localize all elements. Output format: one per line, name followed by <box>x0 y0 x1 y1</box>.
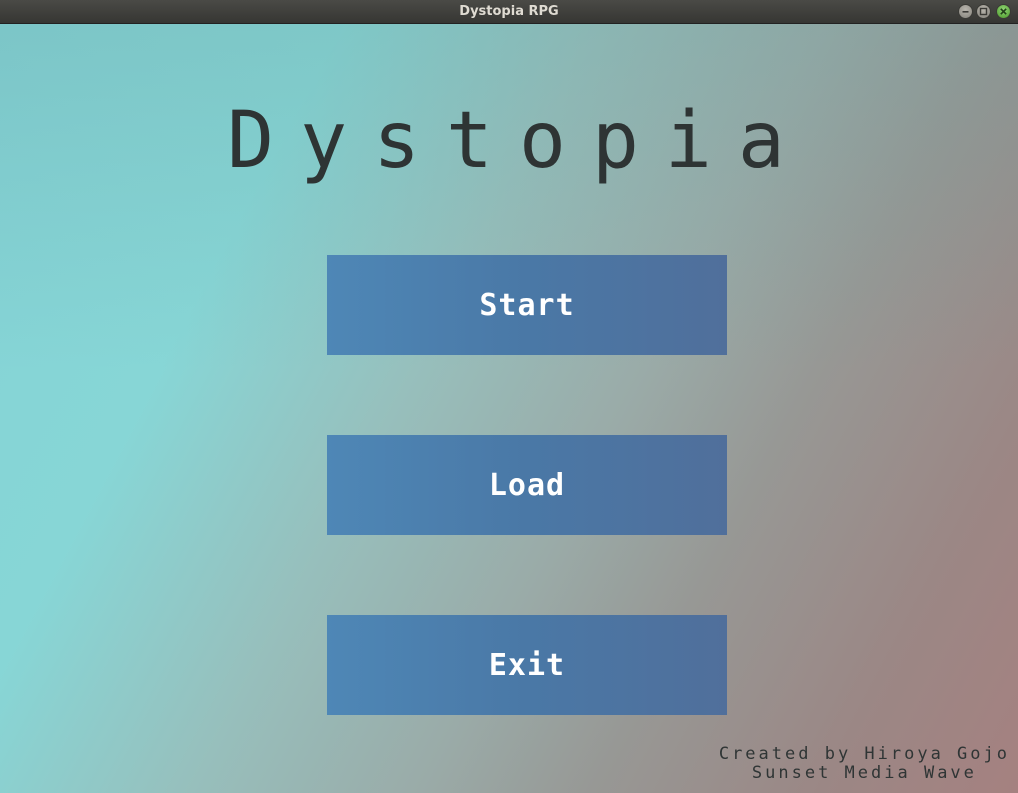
minimize-icon <box>962 11 969 13</box>
credits: Created by Hiroya Gojo Sunset Media Wave <box>719 745 1010 783</box>
exit-button-label: Exit <box>488 647 566 683</box>
load-button-label: Load <box>488 467 566 503</box>
minimize-button[interactable] <box>958 4 973 19</box>
window-title: Dystopia RPG <box>459 4 559 19</box>
credits-author: Created by Hiroya Gojo <box>718 744 1010 764</box>
maximize-button[interactable] <box>976 4 991 19</box>
exit-button[interactable]: Exit <box>327 615 727 715</box>
title-bar[interactable]: Dystopia RPG <box>0 0 1018 24</box>
maximize-icon <box>979 7 988 16</box>
app-window: Dystopia RPG Dystopia Start Load Exit Cr… <box>0 0 1018 793</box>
game-title: Dystopia <box>227 96 811 186</box>
game-canvas: Dystopia Start Load Exit Created by Hiro… <box>0 24 1018 793</box>
close-icon <box>1000 8 1007 15</box>
start-button-label: Start <box>479 287 575 323</box>
close-button[interactable] <box>996 4 1011 19</box>
start-button[interactable]: Start <box>327 255 727 355</box>
load-button[interactable]: Load <box>327 435 727 535</box>
credits-studio: Sunset Media Wave <box>751 763 977 783</box>
